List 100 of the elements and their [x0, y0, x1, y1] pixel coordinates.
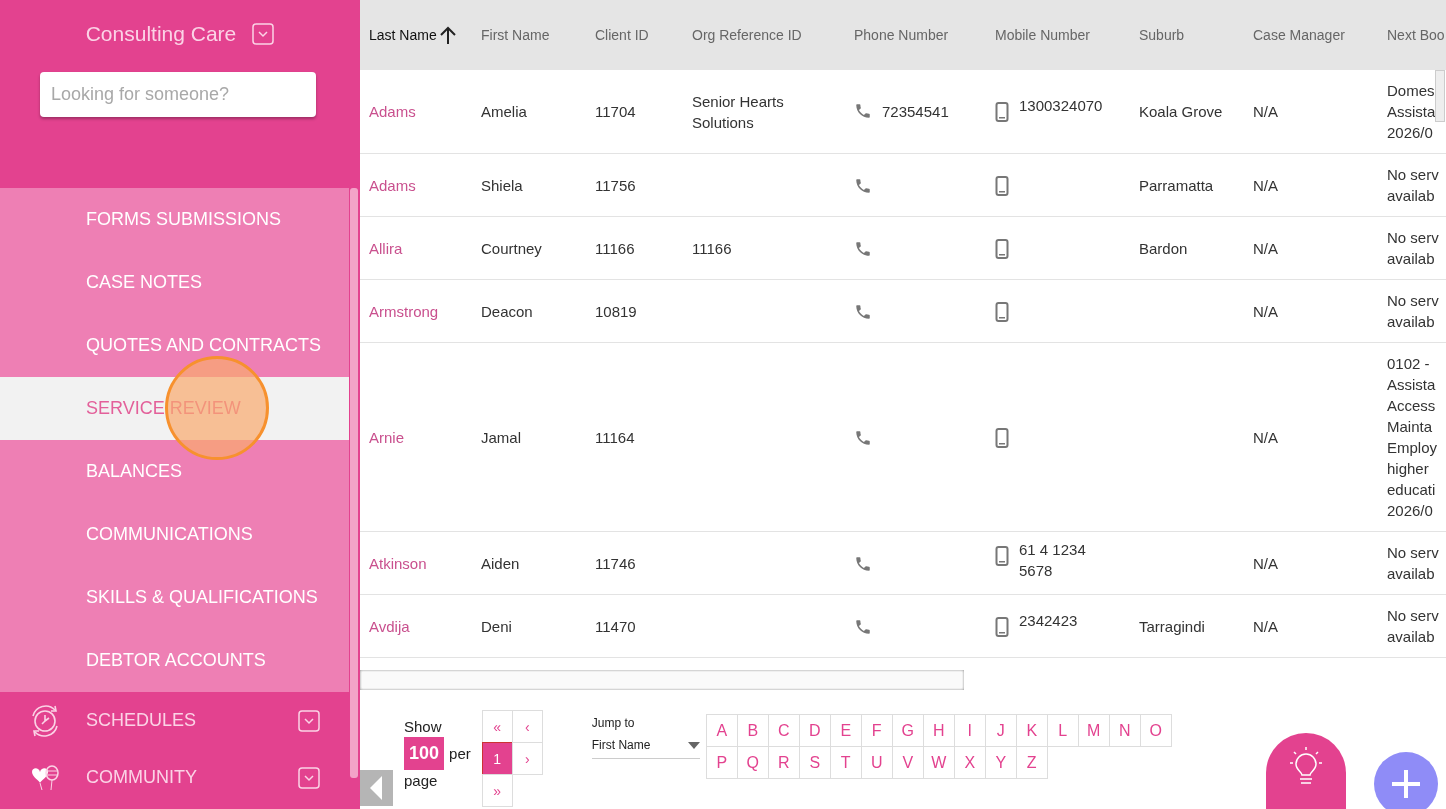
table-cell-text: Deni — [481, 616, 513, 637]
table-cell-text: Bardon — [1139, 238, 1189, 259]
phone-icon[interactable] — [854, 428, 872, 447]
table-cell-text: 72354541 — [882, 102, 949, 122]
menu-item[interactable]: CASE NOTES — [0, 251, 349, 314]
horizontal-scrollbar[interactable] — [362, 672, 962, 688]
mobile-phone-icon[interactable] — [995, 238, 1009, 259]
client-name-link[interactable]: Arnie — [369, 426, 473, 448]
table-cell-text: No serv — [1387, 606, 1440, 626]
table-cell-text: Parramatta — [1139, 175, 1215, 196]
table-cell-text: Aiden — [481, 553, 521, 574]
table-cell-text: educati — [1387, 480, 1437, 500]
jump-field-dropdown[interactable]: First Name — [591, 738, 700, 759]
table-cell-text: 2026/0 — [1387, 501, 1434, 521]
table-cell-text: Shiela — [481, 175, 524, 196]
menu-item[interactable]: BALANCES — [0, 440, 349, 503]
last-page-button[interactable]: » — [481, 774, 513, 807]
mobile-phone-icon[interactable] — [995, 301, 1009, 322]
column-header[interactable]: Mobile Number — [995, 27, 1090, 43]
table-cell-text: Assista — [1387, 102, 1437, 122]
phone-icon[interactable] — [854, 617, 872, 636]
dropdown-caret-icon — [687, 741, 700, 749]
mobile-phone-icon[interactable] — [995, 427, 1009, 448]
previous-page-button[interactable]: ‹ — [511, 710, 543, 743]
letter-button[interactable]: O — [1139, 714, 1172, 747]
client-name-link[interactable]: Allira — [369, 237, 473, 259]
next-page-button[interactable]: › — [511, 742, 543, 775]
table-cell-text: availab — [1387, 312, 1436, 332]
search-field[interactable]: Looking for someone? — [40, 72, 316, 117]
mobile-phone-icon[interactable] — [995, 546, 1009, 566]
table-cell-text: 10819 — [595, 301, 638, 322]
client-name-link[interactable]: Avdija — [369, 615, 473, 637]
table-cell-text: N/A — [1253, 427, 1279, 448]
table-cell-text: availab — [1387, 564, 1436, 584]
letter-button[interactable]: N — [1108, 714, 1141, 747]
column-header[interactable]: First Name — [481, 27, 550, 43]
column-header[interactable]: Org Reference ID — [692, 27, 802, 43]
client-name-link[interactable]: Adams — [369, 174, 473, 196]
table-cell-text: higher — [1387, 459, 1430, 479]
mobile-phone-icon[interactable] — [995, 102, 1009, 122]
vertical-scrollbar[interactable] — [1435, 70, 1445, 122]
menu-item[interactable]: FORMS SUBMISSIONS — [0, 188, 349, 251]
column-header[interactable]: Client ID — [595, 27, 649, 43]
letter-button[interactable]: M — [1077, 714, 1110, 747]
table-cell-text: Courtney — [481, 238, 543, 259]
table-cell-text: availab — [1387, 627, 1436, 647]
column-header[interactable]: Last Name — [369, 27, 437, 43]
column-header[interactable]: Next Boo — [1387, 27, 1445, 43]
phone-icon[interactable] — [854, 176, 872, 195]
table-cell-text: 11746 — [595, 553, 637, 574]
phone-icon[interactable] — [854, 302, 872, 321]
client-name-link[interactable]: Adams — [369, 101, 473, 122]
add-button[interactable] — [1374, 752, 1438, 809]
letter-button[interactable]: Z — [1015, 746, 1048, 779]
table-cell-text: N/A — [1253, 553, 1279, 574]
jump-to-label: Jump to — [591, 716, 636, 730]
table-cell-text: N/A — [1253, 616, 1279, 637]
table-cell-text: Domes — [1387, 81, 1436, 101]
table-cell-text: Assista — [1387, 375, 1437, 395]
client-name-link[interactable]: Atkinson — [369, 552, 473, 574]
table-cell-text: No serv — [1387, 165, 1440, 185]
menu-item[interactable]: COMMUNICATIONS — [0, 503, 349, 566]
chevron-down-icon[interactable] — [298, 709, 320, 732]
table-cell-text: Senior Hearts Solutions — [692, 91, 785, 133]
table-cell-text: Jamal — [481, 427, 522, 448]
letter-button[interactable]: A — [705, 714, 738, 747]
table-cell-text: Tarragindi — [1139, 616, 1206, 637]
table-cell-text: Amelia — [481, 102, 528, 122]
letter-button[interactable]: P — [705, 746, 738, 779]
mobile-phone-icon[interactable] — [995, 175, 1009, 196]
client-name-link[interactable]: Armstrong — [369, 300, 473, 322]
menu-item[interactable]: QUOTES AND CONTRACTS — [0, 314, 349, 377]
table-cell-text: Access — [1387, 396, 1437, 416]
chevron-down-icon[interactable] — [298, 766, 320, 789]
table-cell-text: 11756 — [595, 175, 637, 196]
page-size-field[interactable]: 100 — [404, 737, 445, 770]
menu-item[interactable]: DEBTOR ACCOUNTS — [0, 629, 349, 692]
table-cell-text: 11166 — [692, 238, 733, 259]
column-header[interactable]: Phone Number — [854, 27, 949, 43]
phone-icon[interactable] — [854, 102, 872, 120]
menu-item[interactable]: SKILLS & QUALIFICATIONS — [0, 566, 349, 629]
column-header[interactable]: Suburb — [1139, 27, 1185, 43]
table-cell-text: 11164 — [595, 427, 636, 448]
page-button[interactable]: 1 — [481, 742, 513, 775]
scrollbar[interactable] — [350, 188, 358, 778]
lightbulb-button[interactable] — [1266, 733, 1346, 809]
menu-section[interactable]: SCHEDULES — [86, 710, 298, 731]
table-cell-text: 2026/0 — [1387, 123, 1434, 143]
phone-icon[interactable] — [854, 554, 872, 573]
menu-section[interactable]: COMMUNITY — [86, 767, 298, 788]
table-cell-text: Koala Grove — [1139, 102, 1224, 122]
chevron-down-icon[interactable] — [252, 23, 275, 45]
column-header[interactable]: Case Manager — [1253, 27, 1345, 43]
letter-button[interactable]: L — [1046, 714, 1079, 747]
table-cell-text: No serv — [1387, 291, 1440, 311]
page-label: page — [404, 772, 439, 789]
mobile-phone-icon[interactable] — [995, 616, 1009, 637]
sort-arrow-icon[interactable] — [438, 25, 457, 45]
table-cell-text: 0102 - — [1387, 354, 1431, 374]
phone-icon[interactable] — [854, 239, 872, 258]
